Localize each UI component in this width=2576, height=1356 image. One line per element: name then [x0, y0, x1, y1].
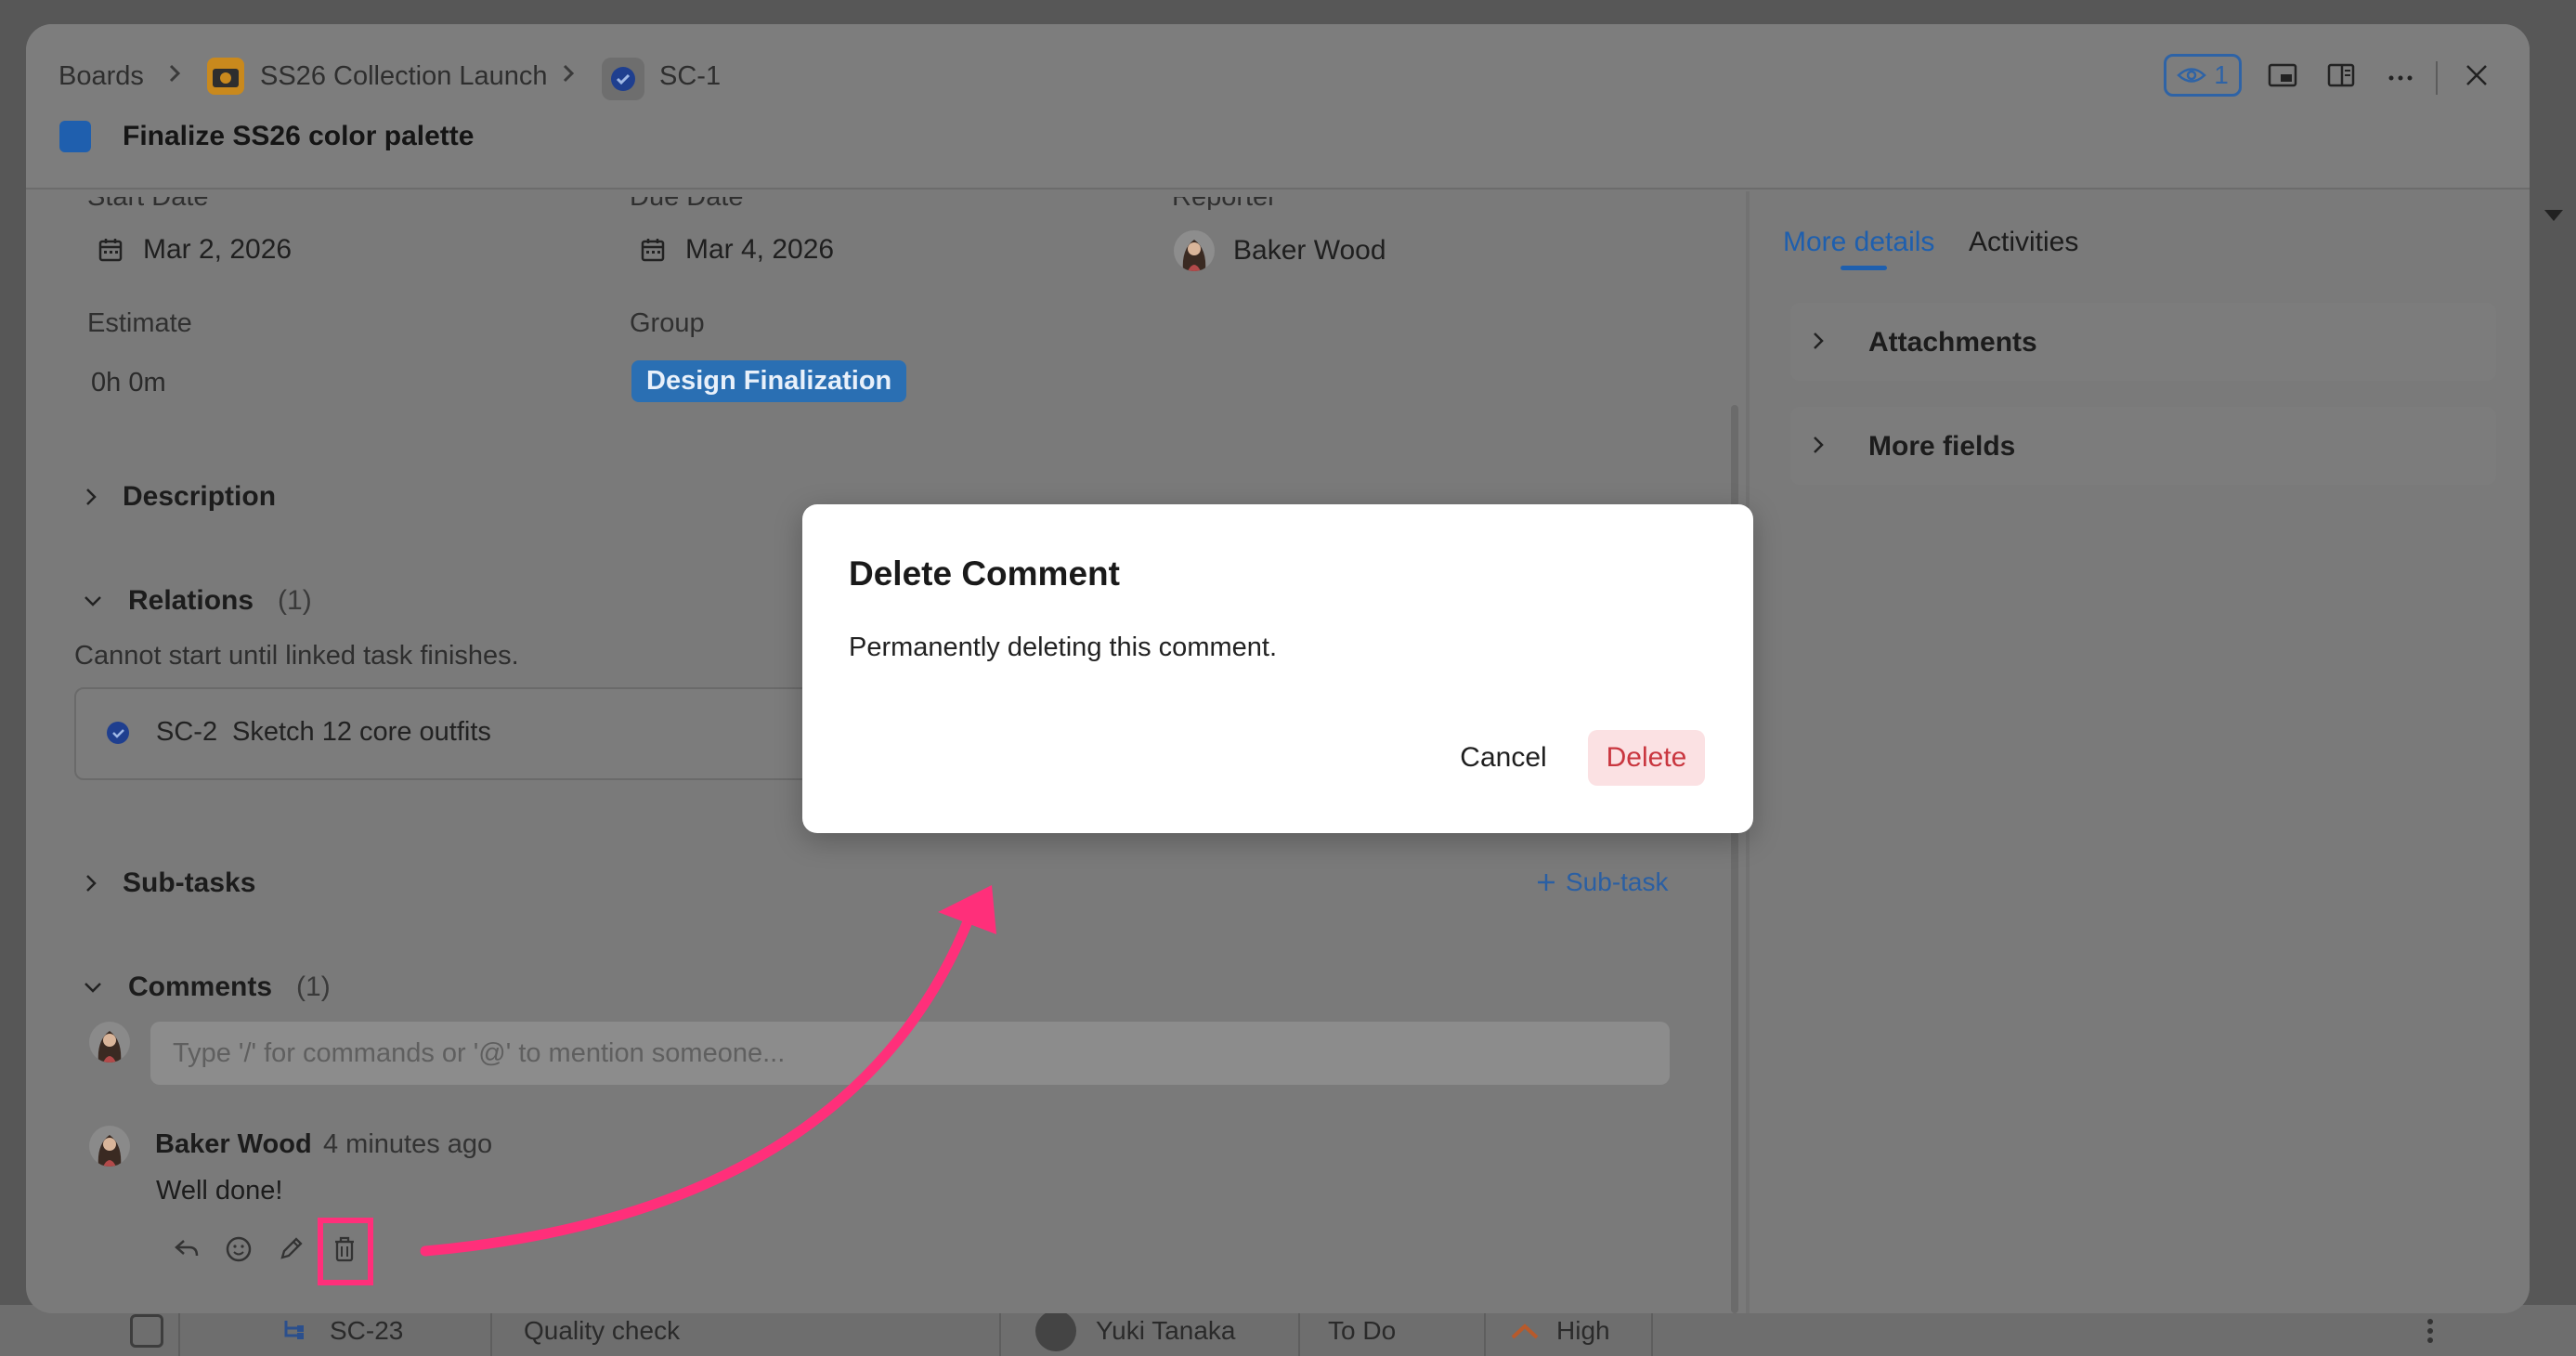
annotation-arrow — [420, 885, 996, 1257]
